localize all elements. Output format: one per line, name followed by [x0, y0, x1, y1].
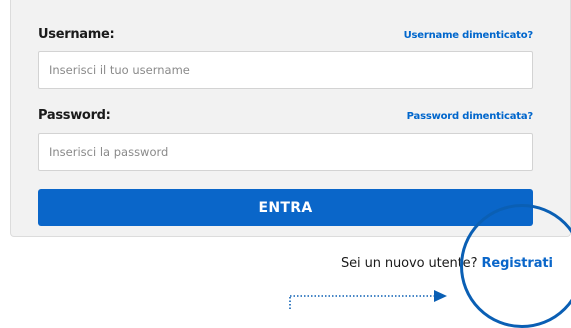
dotted-arrow-icon [289, 290, 447, 309]
login-submit-button[interactable]: ENTRA [38, 189, 533, 226]
username-forgot-link[interactable]: Username dimenticato? [404, 30, 534, 41]
register-link[interactable]: Registrati [481, 256, 553, 271]
username-input[interactable] [38, 51, 533, 89]
password-label: Password: [38, 108, 111, 123]
password-forgot-link[interactable]: Password dimenticata? [407, 111, 534, 122]
password-input[interactable] [38, 133, 533, 171]
register-question: Sei un nuovo utente? [341, 256, 478, 271]
username-label: Username: [38, 27, 115, 42]
register-prompt: Sei un nuovo utente? Registrati [341, 256, 553, 271]
